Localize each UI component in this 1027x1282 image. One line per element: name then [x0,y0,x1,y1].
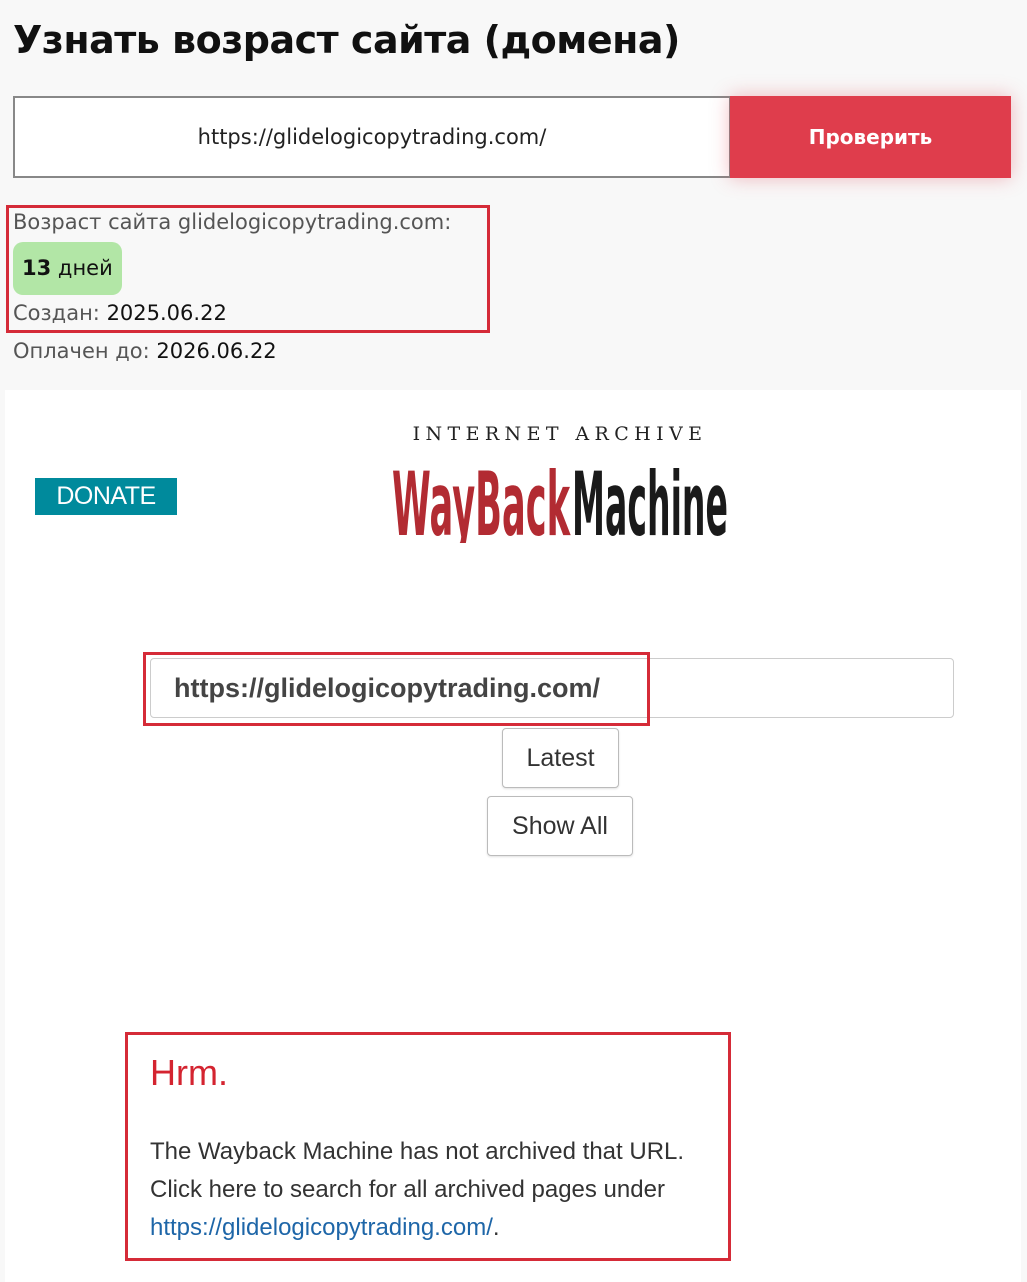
page-title: Узнать возраст сайта (домена) [13,18,680,62]
not-archived-message: The Wayback Machine has not archived tha… [150,1133,730,1247]
paid-until-value: 2026.06.22 [156,339,277,363]
latest-button[interactable]: Latest [502,728,619,788]
result-highlight-box [6,205,490,333]
archived-pages-link[interactable]: https://glidelogicopytrading.com/ [150,1214,493,1241]
link-suffix: . [492,1214,500,1241]
check-button[interactable]: Проверить [730,96,1011,178]
wayback-machine-logo[interactable]: INTERNET ARCHIVE WayBack Machine [392,423,728,543]
donate-button[interactable]: DONATE [35,478,177,515]
show-all-button[interactable]: Show All [487,796,633,856]
not-archived-line1: The Wayback Machine has not archived tha… [150,1138,685,1165]
paid-until-label: Оплачен до: [13,339,150,363]
paid-until-line: Оплачен до: 2026.06.22 [13,339,277,363]
url-highlight-box [143,652,650,726]
not-archived-line2: Click here to search for all archived pa… [150,1176,665,1203]
domain-check-form: Проверить [13,96,1011,178]
logo-internet-archive-text: INTERNET ARCHIVE [413,423,708,445]
domain-url-input[interactable] [13,96,731,178]
not-archived-title: Hrm. [150,1052,228,1093]
logo-wayback-text: WayBack [392,453,571,543]
logo-machine-text: Machine [572,453,728,543]
